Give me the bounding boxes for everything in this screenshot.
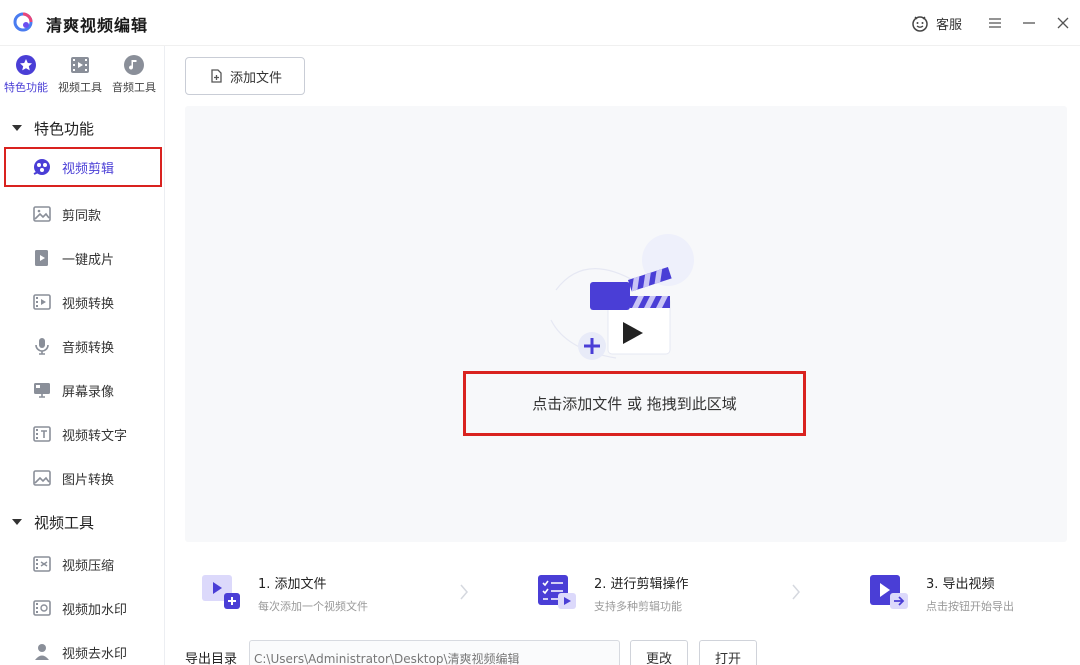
app-logo-icon [13,12,33,32]
clapperboard-icon [550,234,694,360]
star-icon [16,55,36,75]
sidebar-item-label: 视频转换 [62,296,115,312]
tab-video-tools-label: 视频工具 [58,81,102,94]
drop-zone-hint[interactable]: 点击添加文件 或 拖拽到此区域 [463,371,806,436]
sidebar: 特色功能 视频工具 音频工具 特色功能 视频剪辑 剪同款 一键成片 视频转换 音… [0,46,165,665]
microphone-icon [35,338,49,355]
image-convert-icon [33,470,51,486]
tab-featured[interactable]: 特色功能 [0,54,52,95]
section-header-video-tools[interactable]: 视频工具 [12,511,94,533]
sidebar-item-audio-convert[interactable]: 音频转换 [4,326,162,366]
sidebar-item-label: 屏幕录像 [62,384,115,400]
sidebar-item-label: 音频转换 [62,340,115,356]
screen-record-icon [34,383,50,398]
add-video-icon [202,575,240,609]
edit-list-icon [538,575,576,609]
step-desc: 支持多种剪辑功能 [594,599,682,613]
step-desc: 点击按钮开始导出 [926,599,1014,613]
sidebar-item-label: 视频转文字 [62,428,128,444]
tab-featured-label: 特色功能 [4,81,48,94]
add-file-icon [211,69,222,83]
sidebar-item-template[interactable]: 剪同款 [4,194,162,234]
export-video-icon [870,575,908,609]
step-edit: 2. 进行剪辑操作 支持多种剪辑功能 [536,568,689,618]
drop-zone-text: 点击添加文件 或 拖拽到此区域 [532,395,737,413]
video-text-icon [33,426,51,442]
sidebar-item-image-convert[interactable]: 图片转换 [4,458,162,498]
menu-button[interactable] [978,0,1012,46]
sidebar-item-video-to-text[interactable]: 视频转文字 [4,414,162,454]
sidebar-item-one-click[interactable]: 一键成片 [4,238,162,278]
open-dir-button[interactable]: 打开 [699,640,757,665]
sidebar-item-remove-watermark[interactable]: 视频去水印 [4,632,162,665]
tab-audio-tools-label: 音频工具 [112,81,156,94]
section-header-featured[interactable]: 特色功能 [12,117,94,139]
video-watermark-icon [33,600,51,616]
minimize-icon [1023,22,1035,24]
export-dir-label: 导出目录 [185,652,238,665]
minimize-button[interactable] [1012,0,1046,46]
video-edit-icon [33,159,50,175]
sidebar-item-video-watermark[interactable]: 视频加水印 [4,588,162,628]
add-file-label: 添加文件 [229,70,282,86]
customer-service-label[interactable]: 客服 [936,14,962,33]
tab-video-tools[interactable]: 视频工具 [54,54,106,95]
section-title: 视频工具 [34,513,95,532]
play-file-icon [35,250,48,266]
step-export: 3. 导出视频 点击按钮开始导出 [868,568,1014,618]
step-title: 3. 导出视频 [926,576,995,592]
video-convert-icon [33,294,51,310]
tab-audio-tools[interactable]: 音频工具 [108,54,160,95]
caret-down-icon [12,519,22,525]
music-icon [124,55,144,75]
step-add-file: 1. 添加文件 每次添加一个视频文件 [200,568,368,618]
sidebar-item-label: 图片转换 [62,472,115,488]
change-dir-button[interactable]: 更改 [630,640,688,665]
sidebar-item-label: 剪同款 [62,208,102,224]
step-title: 2. 进行剪辑操作 [594,576,689,592]
video-compress-icon [33,556,51,572]
film-icon [71,57,89,73]
export-path-field[interactable]: C:\Users\Administrator\Desktop\清爽视频编辑 [249,640,620,665]
sidebar-item-video-convert[interactable]: 视频转换 [4,282,162,322]
chevron-right-icon [792,584,800,600]
sidebar-item-label: 视频去水印 [62,646,128,662]
add-file-button[interactable]: 添加文件 [185,57,305,95]
customer-service-icon[interactable] [910,13,930,33]
sidebar-item-video-edit[interactable]: 视频剪辑 [4,147,162,187]
image-icon [33,206,51,222]
remove-watermark-icon [35,644,49,660]
close-button[interactable] [1046,0,1080,46]
caret-down-icon [12,125,22,131]
hamburger-icon [989,18,1001,28]
section-title: 特色功能 [34,119,95,138]
sidebar-item-label: 视频剪辑 [62,161,115,177]
chevron-right-icon [460,584,468,600]
sidebar-item-screen-record[interactable]: 屏幕录像 [4,370,162,410]
sidebar-item-video-compress[interactable]: 视频压缩 [4,544,162,584]
step-desc: 每次添加一个视频文件 [258,599,368,613]
sidebar-item-label: 视频压缩 [62,558,115,574]
title-bar: 清爽视频编辑 客服 [0,0,1080,46]
sidebar-item-label: 视频加水印 [62,602,128,618]
sidebar-item-label: 一键成片 [62,252,115,268]
app-title: 清爽视频编辑 [46,16,149,35]
close-icon [1057,17,1069,29]
step-title: 1. 添加文件 [258,576,327,592]
sidebar-top-tabs: 特色功能 视频工具 音频工具 [0,46,165,101]
